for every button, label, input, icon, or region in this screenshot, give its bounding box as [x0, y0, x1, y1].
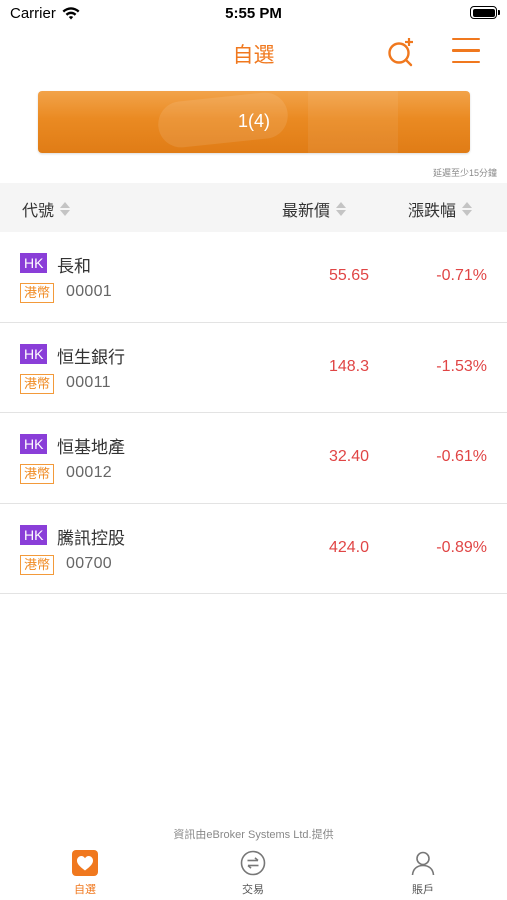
stock-change: -1.53% — [436, 357, 487, 375]
stock-row[interactable]: HK 長和 港幣 00001 55.65 -0.71% — [0, 232, 507, 323]
tab-watchlist[interactable]: 自選 — [25, 849, 145, 897]
stock-price: 424.0 — [328, 538, 369, 556]
stock-row[interactable]: HK 騰訊控股 港幣 00700 424.0 -0.89% — [0, 504, 507, 594]
column-header-change-label: 漲跌幅 — [408, 203, 457, 220]
nav-bar: 自選 — [0, 28, 507, 78]
tab-trade[interactable]: 交易 — [193, 849, 313, 897]
table-header: 代號 最新價 漲跌幅 — [0, 183, 507, 232]
status-time: 5:55 PM — [225, 5, 282, 22]
sort-icon — [462, 202, 473, 216]
column-header-price-label: 最新價 — [282, 203, 331, 220]
stock-code: 00011 — [66, 373, 111, 391]
banner-label: 1(4) — [237, 111, 270, 131]
page-title: 自選 — [232, 44, 275, 67]
market-badge: HK — [20, 524, 48, 545]
stock-name: 恒基地產 — [57, 438, 125, 457]
market-badge: HK — [20, 343, 48, 364]
stock-name: 騰訊控股 — [57, 528, 125, 548]
stock-price: 55.65 — [328, 267, 369, 284]
tab-account-label: 賬戶 — [412, 884, 434, 896]
stock-change: -0.61% — [436, 448, 487, 465]
stock-row[interactable]: HK 恒生銀行 港幣 00011 148.3 -1.53% — [0, 323, 507, 413]
stock-code: 00700 — [66, 554, 112, 572]
sort-icon — [60, 202, 71, 216]
currency-badge: 港幣 — [20, 373, 55, 394]
person-icon — [409, 849, 437, 877]
stock-name: 恒生銀行 — [57, 347, 125, 367]
stock-code: 00012 — [66, 464, 112, 481]
currency-badge: 港幣 — [20, 464, 55, 484]
data-source-note: 資訊由eBroker Systems Ltd.提供 — [173, 829, 334, 841]
stock-row[interactable]: HK 恒基地產 港幣 00012 32.40 -0.61% — [0, 413, 507, 504]
column-header-code[interactable]: 代號 — [22, 197, 71, 221]
column-header-change[interactable]: 漲跌幅 — [408, 197, 473, 221]
tab-bar: 自選 交易 賬戶 — [0, 843, 507, 900]
delay-note: 延遲至少15分鐘 — [432, 168, 497, 178]
hamburger-menu-icon[interactable] — [452, 38, 482, 66]
column-header-code-label: 代號 — [22, 203, 55, 220]
battery-icon — [470, 6, 500, 19]
stock-price: 32.40 — [328, 448, 369, 465]
watchlist-group-banner[interactable]: 1(4) — [38, 91, 470, 153]
stock-change: -0.89% — [436, 538, 487, 556]
heart-icon — [71, 849, 99, 877]
sort-icon — [336, 202, 347, 216]
tab-account[interactable]: 賬戶 — [363, 849, 483, 897]
status-bar: Carrier 5:55 PM — [0, 0, 507, 28]
currency-badge: 港幣 — [20, 554, 55, 575]
stock-list: HK 長和 港幣 00001 55.65 -0.71% HK 恒生銀行 港幣 0… — [0, 232, 507, 594]
market-badge: HK — [20, 434, 48, 454]
tab-watchlist-label: 自選 — [74, 884, 96, 896]
market-badge: HK — [20, 253, 48, 273]
stock-code: 00001 — [66, 283, 112, 300]
column-header-price[interactable]: 最新價 — [282, 197, 347, 221]
search-add-icon[interactable] — [385, 36, 417, 68]
stock-price: 148.3 — [328, 357, 369, 375]
stock-change: -0.71% — [436, 267, 487, 284]
tab-trade-label: 交易 — [242, 884, 264, 896]
stock-name: 長和 — [57, 257, 91, 276]
currency-badge: 港幣 — [20, 283, 55, 303]
exchange-icon — [239, 849, 267, 877]
